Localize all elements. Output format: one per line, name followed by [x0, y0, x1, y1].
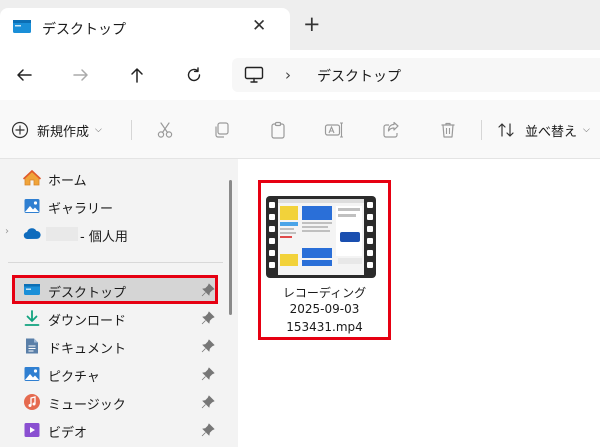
copy-button[interactable] [211, 120, 231, 140]
file-name-line-2: 2025-09-03 [289, 302, 360, 316]
music-icon [24, 394, 40, 410]
sidebar-item-label: デスクトップ [48, 286, 127, 301]
sidebar-item-downloads[interactable]: ダウンロード [0, 304, 225, 332]
sidebar-item-label: ホーム [48, 174, 87, 189]
sidebar-item-desktop[interactable]: デスクトップ [0, 276, 225, 304]
gallery-icon [24, 199, 40, 213]
sidebar-item-label: ドキュメント [48, 342, 127, 357]
sidebar-item-home[interactable]: ホーム [0, 164, 225, 192]
arrow-right-icon [73, 69, 88, 81]
new-button[interactable]: 新規作成 ⌵ [11, 118, 102, 142]
breadcrumb-desktop[interactable]: デスクトップ [317, 66, 401, 86]
scissors-icon [157, 122, 173, 138]
sort-button-label: 並べ替え [525, 124, 578, 140]
plus-circle-icon [11, 121, 29, 139]
back-button[interactable] [11, 62, 37, 88]
close-tab-button[interactable]: ✕ [252, 16, 266, 36]
this-pc-icon [244, 66, 264, 83]
desktop-folder-icon [13, 20, 31, 33]
new-button-label: 新規作成 [37, 124, 90, 140]
document-icon [26, 338, 38, 354]
toolbar-divider [481, 120, 482, 140]
new-tab-button[interactable]: + [303, 14, 321, 35]
rename-button[interactable] [324, 120, 344, 140]
video-file-icon [266, 196, 376, 278]
up-button[interactable] [124, 62, 150, 88]
cut-button[interactable] [155, 120, 175, 140]
sidebar-divider [8, 262, 223, 263]
breadcrumb-separator[interactable]: › [285, 66, 291, 84]
forward-button[interactable] [68, 62, 94, 88]
refresh-button[interactable] [181, 62, 207, 88]
sidebar-item-label: ピクチャ [48, 370, 100, 385]
share-icon [383, 121, 399, 138]
sidebar-item-pictures[interactable]: ピクチャ [0, 360, 225, 388]
sidebar-item-label: ミュージック [48, 398, 126, 413]
command-bar: 新規作成 ⌵ 並べ替え ⌵ [0, 100, 600, 159]
pin-icon[interactable] [201, 395, 215, 409]
pin-icon[interactable] [201, 283, 215, 297]
clipboard-icon [271, 121, 285, 139]
arrow-left-icon [17, 69, 32, 81]
pictures-icon [24, 367, 40, 381]
arrow-up-icon [131, 68, 143, 83]
file-name-line-1: レコーディング [282, 286, 367, 300]
tab-title: デスクトップ [42, 22, 126, 38]
download-icon [24, 310, 40, 326]
sidebar-item-label: - 個人用 [80, 230, 128, 245]
sidebar-item-label: ギャラリー [48, 202, 114, 217]
sidebar-item-label: ダウンロード [48, 314, 127, 329]
desktop-icon [24, 284, 40, 295]
sidebar-item-videos[interactable]: ビデオ [0, 416, 225, 444]
sidebar-item-documents[interactable]: ドキュメント [0, 332, 225, 360]
chevron-down-icon: ⌵ [583, 125, 590, 135]
video-icon [24, 423, 40, 437]
pin-icon[interactable] [201, 367, 215, 381]
sidebar-item-music[interactable]: ミュージック [0, 388, 225, 416]
share-button[interactable] [381, 120, 401, 140]
sidebar-item-gallery[interactable]: ギャラリー [0, 192, 225, 220]
sidebar-item-label: ビデオ [48, 426, 88, 441]
title-bar: デスクトップ ✕ + [0, 0, 600, 50]
tab-desktop[interactable]: デスクトップ ✕ [0, 8, 290, 50]
chevron-down-icon: ⌵ [95, 125, 102, 135]
onedrive-cloud-icon [23, 228, 41, 240]
home-icon [23, 169, 41, 186]
redacted-account-name [46, 227, 78, 241]
navigation-bar: › デスクトップ [0, 50, 600, 100]
sidebar-item-onedrive[interactable]: › - 個人用 [0, 220, 225, 248]
toolbar-divider [131, 120, 132, 140]
rename-icon [324, 122, 343, 138]
pin-icon[interactable] [201, 423, 215, 437]
chevron-right-icon[interactable]: › [5, 226, 9, 237]
refresh-icon [187, 67, 201, 82]
trash-icon [441, 122, 455, 138]
pin-icon[interactable] [201, 339, 215, 353]
copy-icon [215, 122, 229, 138]
pin-icon[interactable] [201, 311, 215, 325]
paste-button[interactable] [268, 120, 288, 140]
address-bar[interactable]: › デスクトップ [232, 58, 600, 92]
delete-button[interactable] [438, 120, 458, 140]
sidebar-scrollbar[interactable] [229, 180, 232, 315]
file-name-line-3: 153431.mp4 [286, 320, 363, 334]
sort-button[interactable]: 並べ替え ⌵ [497, 118, 590, 142]
sort-arrows-icon [498, 123, 514, 137]
